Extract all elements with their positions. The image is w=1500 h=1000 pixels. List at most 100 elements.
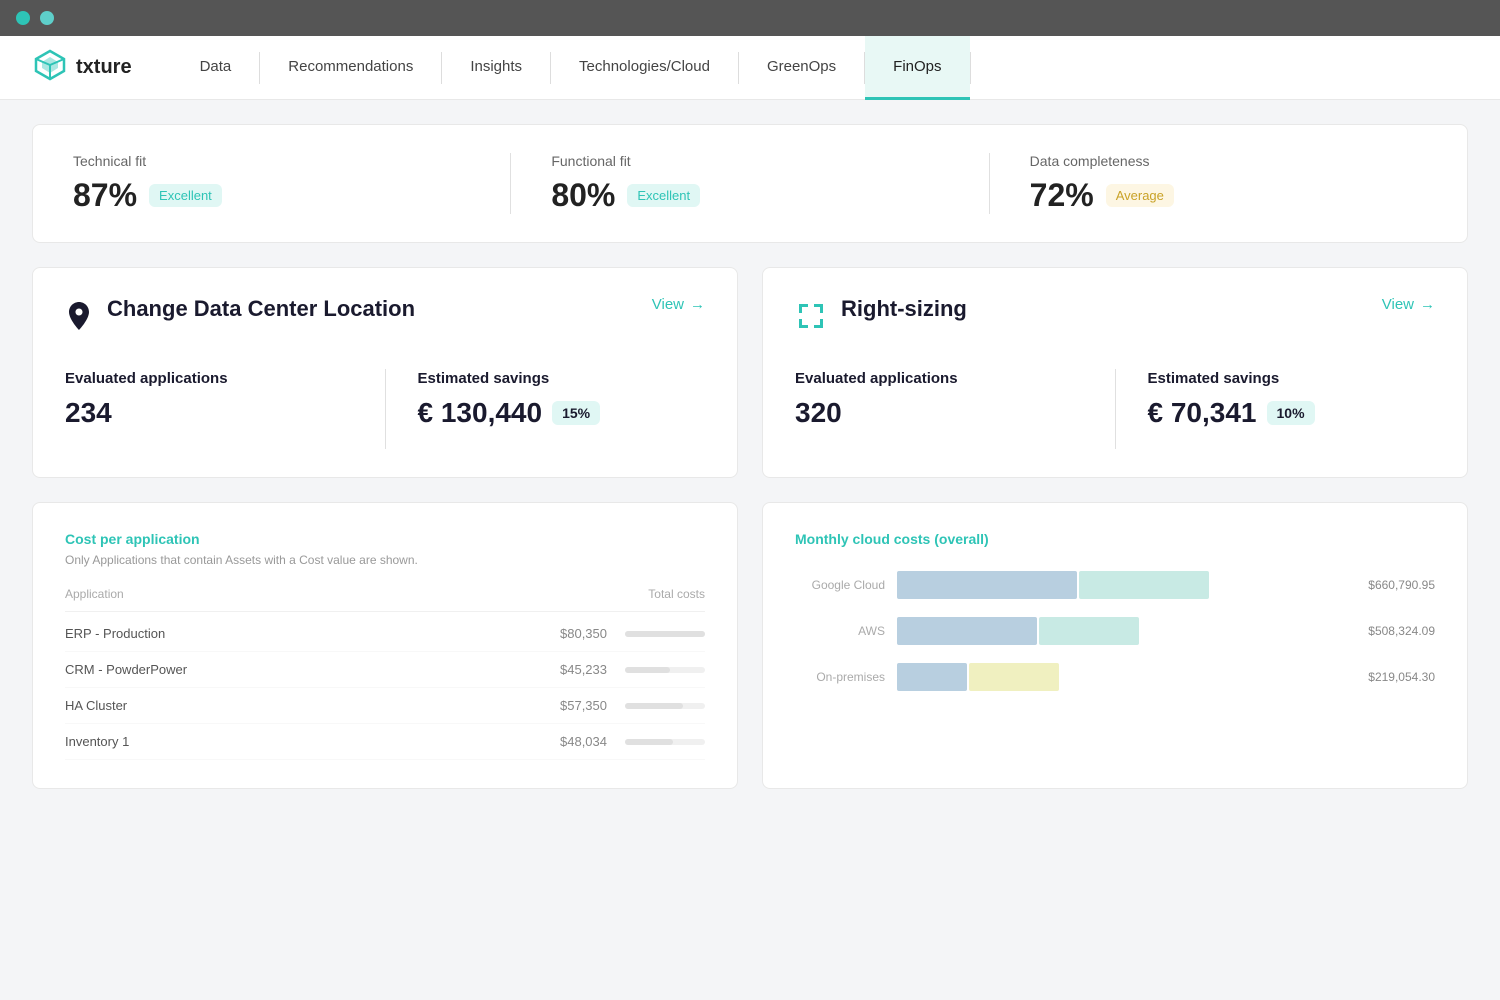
cards-row: Change Data Center Location View → Evalu…: [32, 267, 1468, 478]
savings-badge-rs: 10%: [1267, 401, 1315, 425]
nav-item-finops[interactable]: FinOps: [865, 36, 969, 100]
app-name-1: CRM - PowderPower: [65, 662, 187, 677]
stat-value-savings-rs: € 70,341: [1148, 397, 1257, 429]
card-stats-cdc: Evaluated applications 234 Estimated sav…: [65, 369, 705, 449]
card-view-link-rs[interactable]: View →: [1382, 296, 1435, 313]
card-title-row-rs: Right-sizing: [795, 296, 967, 337]
app-name-0: ERP - Production: [65, 626, 165, 641]
cost-bar-container-2: [625, 703, 705, 709]
stat-divider-rs: [1115, 369, 1116, 449]
metric-functional-fit: Functional fit 80% Excellent: [551, 153, 948, 214]
stat-value-eval-rs: 320: [795, 397, 842, 429]
stat-eval-apps-rs: Evaluated applications 320: [795, 369, 1083, 429]
arrow-right-icon: →: [690, 296, 705, 313]
savings-badge-cdc: 15%: [552, 401, 600, 425]
cost-per-app-subtitle: Only Applications that contain Assets wi…: [65, 553, 705, 567]
metric-divider-2: [989, 153, 990, 214]
cost-bar-container-3: [625, 739, 705, 745]
cost-bar-3: [625, 739, 673, 745]
app-cost-3: $48,034: [560, 734, 607, 749]
metric-technical-label: Technical fit: [73, 153, 470, 169]
nav-item-greenops[interactable]: GreenOps: [739, 36, 864, 100]
chart-row-aws: AWS $508,324.09: [795, 617, 1435, 645]
os-bar: [0, 0, 1500, 36]
location-icon: [65, 300, 93, 337]
bar-aws-blue: [897, 617, 1037, 645]
table-row-right-1: $45,233: [560, 662, 705, 677]
cost-bar-0: [625, 631, 705, 637]
card-header-change-data-center: Change Data Center Location View →: [65, 296, 705, 337]
metric-completeness-badge: Average: [1106, 184, 1174, 207]
chart-value-aws: $508,324.09: [1368, 624, 1435, 638]
main-content: Technical fit 87% Excellent Functional f…: [0, 100, 1500, 1000]
resize-icon: [795, 300, 827, 337]
stat-label-savings-cdc: Estimated savings: [418, 369, 706, 389]
os-dot-teal: [40, 11, 54, 25]
stat-savings-cdc: Estimated savings € 130,440 15%: [418, 369, 706, 429]
cost-bar-1: [625, 667, 670, 673]
card-header-rs: Right-sizing View →: [795, 296, 1435, 337]
cost-per-app-card: Cost per application Only Applications t…: [32, 502, 738, 789]
bar-google-blue: [897, 571, 1077, 599]
table-row-right-0: $80,350: [560, 626, 705, 641]
nav-item-recommendations[interactable]: Recommendations: [260, 36, 441, 100]
table-row: ERP - Production $80,350: [65, 616, 705, 652]
app-cost-1: $45,233: [560, 662, 607, 677]
nav-item-technologies[interactable]: Technologies/Cloud: [551, 36, 738, 100]
chart-value-onprem: $219,054.30: [1368, 670, 1435, 684]
stat-label-savings-rs: Estimated savings: [1148, 369, 1436, 389]
chart-title: Monthly cloud costs (overall): [795, 531, 1435, 547]
app-name-2: HA Cluster: [65, 698, 127, 713]
metric-completeness-value: 72%: [1030, 177, 1094, 214]
card-view-link-cdc[interactable]: View →: [652, 296, 705, 313]
cost-per-app-title: Cost per application: [65, 531, 705, 547]
card-change-data-center: Change Data Center Location View → Evalu…: [32, 267, 738, 478]
col-application: Application: [65, 587, 124, 601]
stat-label-eval-rs: Evaluated applications: [795, 369, 1083, 389]
app-cost-0: $80,350: [560, 626, 607, 641]
metric-technical-fit: Technical fit 87% Excellent: [73, 153, 470, 214]
card-stats-rs: Evaluated applications 320 Estimated sav…: [795, 369, 1435, 449]
card-title-cdc: Change Data Center Location: [107, 296, 415, 322]
col-total-costs: Total costs: [648, 587, 705, 601]
monthly-cloud-card: Monthly cloud costs (overall) Google Clo…: [762, 502, 1468, 789]
metric-technical-badge: Excellent: [149, 184, 222, 207]
chart-bar-area-onprem: [897, 663, 1348, 691]
logo: txture: [32, 47, 132, 88]
nav-item-insights[interactable]: Insights: [442, 36, 550, 100]
nav-items: Data Recommendations Insights Technologi…: [172, 36, 1468, 100]
chart-row-google: Google Cloud $660,790.95: [795, 571, 1435, 599]
metric-technical-value: 87%: [73, 177, 137, 214]
logo-text: txture: [76, 56, 132, 79]
card-right-sizing: Right-sizing View → Evaluated applicatio…: [762, 267, 1468, 478]
metric-functional-label: Functional fit: [551, 153, 948, 169]
chart-value-google: $660,790.95: [1368, 578, 1435, 592]
stat-eval-apps-cdc: Evaluated applications 234: [65, 369, 353, 429]
bar-google-teal: [1079, 571, 1209, 599]
stat-value-row-savings-rs: € 70,341 10%: [1148, 397, 1436, 429]
metric-data-completeness: Data completeness 72% Average: [1030, 153, 1427, 214]
metrics-card: Technical fit 87% Excellent Functional f…: [32, 124, 1468, 243]
app-name-3: Inventory 1: [65, 734, 129, 749]
os-dot-green: [16, 11, 30, 25]
card-title-row-cdc: Change Data Center Location: [65, 296, 415, 337]
app-cost-2: $57,350: [560, 698, 607, 713]
stat-value-row-eval-cdc: 234: [65, 397, 353, 429]
table-row: CRM - PowderPower $45,233: [65, 652, 705, 688]
cost-bar-container-0: [625, 631, 705, 637]
table-row: HA Cluster $57,350: [65, 688, 705, 724]
metric-divider-1: [510, 153, 511, 214]
stat-savings-rs: Estimated savings € 70,341 10%: [1148, 369, 1436, 429]
bar-aws-teal: [1039, 617, 1139, 645]
arrow-right-icon-rs: →: [1420, 296, 1435, 313]
table-row: Inventory 1 $48,034: [65, 724, 705, 760]
chart-bar-area-google: [897, 571, 1348, 599]
metric-functional-value: 80%: [551, 177, 615, 214]
metric-completeness-value-row: 72% Average: [1030, 177, 1427, 214]
logo-icon: [32, 47, 68, 88]
nav-item-data[interactable]: Data: [172, 36, 260, 100]
bar-onprem-yellow: [969, 663, 1059, 691]
stat-label-eval-cdc: Evaluated applications: [65, 369, 353, 389]
navbar: txture Data Recommendations Insights Tec…: [0, 36, 1500, 100]
cost-bar-container-1: [625, 667, 705, 673]
